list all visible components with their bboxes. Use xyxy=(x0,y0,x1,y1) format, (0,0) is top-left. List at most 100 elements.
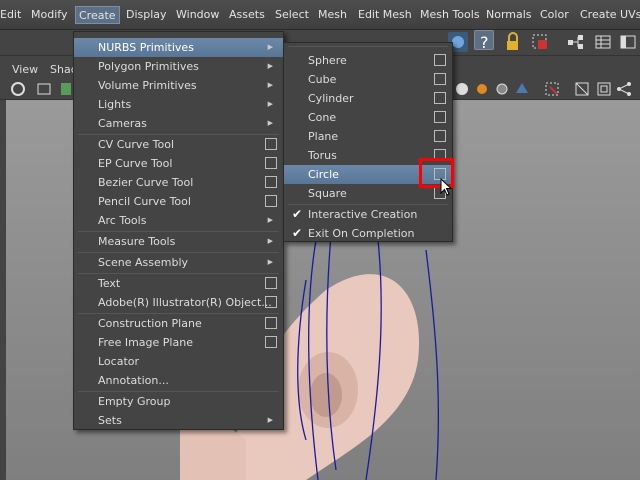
menu-create-uvs[interactable]: Create UVs xyxy=(580,8,640,21)
menu-item-volume-primitives[interactable]: Volume Primitives ▶ xyxy=(74,76,283,95)
menu-item-label: Sets xyxy=(98,414,122,427)
submenu-arrow-icon: ▶ xyxy=(267,119,273,127)
option-box-icon[interactable] xyxy=(265,317,277,329)
checkmark-icon: ✔ xyxy=(292,207,303,221)
option-box-icon[interactable] xyxy=(434,130,446,142)
menu-item-scene-assembly[interactable]: Scene Assembly ▶ xyxy=(74,253,283,272)
nurbs-primitives-submenu: Sphere Cube Cylinder Cone Plane Torus Ci… xyxy=(283,42,453,242)
menu-item-annotation[interactable]: Annotation... xyxy=(74,371,283,390)
menu-edit[interactable]: Edit xyxy=(0,8,21,21)
menu-item-plane[interactable]: Plane xyxy=(284,127,452,146)
menu-mesh-tools[interactable]: Mesh Tools xyxy=(420,8,480,21)
isolate-select-icon[interactable] xyxy=(542,79,562,99)
texture-icon[interactable] xyxy=(512,79,532,99)
submenu-arrow-icon: ▶ xyxy=(267,237,273,245)
menu-item-measure-tools[interactable]: Measure Tools ▶ xyxy=(74,232,283,251)
menu-item-cameras[interactable]: Cameras ▶ xyxy=(74,114,283,133)
light-icon[interactable] xyxy=(472,79,492,99)
create-menu: NURBS Primitives ▶ Polygon Primitives ▶ Vo… xyxy=(73,31,284,430)
menu-item-label: Measure Tools xyxy=(98,235,176,248)
menu-item-label: Cylinder xyxy=(308,92,354,105)
menu-item-sets[interactable]: Sets ▶ xyxy=(74,411,283,430)
menu-item-label: Circle xyxy=(308,168,339,181)
submenu-arrow-icon: ▶ xyxy=(267,416,273,424)
menu-item-label: Square xyxy=(308,187,347,200)
option-box-icon[interactable] xyxy=(265,336,277,348)
menu-item-label: Exit On Completion xyxy=(308,227,415,240)
menu-color[interactable]: Color xyxy=(540,8,569,21)
option-box-icon[interactable] xyxy=(434,92,446,104)
menu-modify[interactable]: Modify xyxy=(31,8,67,21)
option-box-icon[interactable] xyxy=(265,296,277,308)
snap-icon[interactable] xyxy=(566,32,586,52)
wireframe-icon[interactable] xyxy=(594,79,614,99)
menu-item-label: Locator xyxy=(98,355,140,368)
menu-item-ep-curve-tool[interactable]: EP Curve Tool xyxy=(74,154,283,173)
menu-item-bezier-curve-tool[interactable]: Bezier Curve Tool xyxy=(74,173,283,192)
submenu-arrow-icon: ▶ xyxy=(267,43,273,51)
menu-item-locator[interactable]: Locator xyxy=(74,352,283,371)
option-box-icon[interactable] xyxy=(265,195,277,207)
menu-item-label: Bezier Curve Tool xyxy=(98,176,194,189)
menu-item-label: Text xyxy=(98,277,121,290)
menu-item-label: Cone xyxy=(308,111,337,124)
svg-text:?: ? xyxy=(480,33,489,52)
option-box-icon[interactable] xyxy=(265,138,277,150)
menu-window[interactable]: Window xyxy=(176,8,219,21)
option-box-icon[interactable] xyxy=(434,73,446,85)
menu-item-free-image-plane[interactable]: Free Image Plane xyxy=(74,333,283,352)
shaded-sphere-icon[interactable] xyxy=(452,79,472,99)
menu-item-label: NURBS Primitives xyxy=(98,41,194,54)
menu-create[interactable]: Create xyxy=(75,6,120,24)
option-box-icon[interactable] xyxy=(434,54,446,66)
panel-icon[interactable] xyxy=(618,32,638,52)
grid-icon[interactable] xyxy=(593,32,613,52)
menu-item-polygon-primitives[interactable]: Polygon Primitives ▶ xyxy=(74,57,283,76)
help-icon[interactable]: ? xyxy=(474,30,494,52)
menu-item-label: Free Image Plane xyxy=(98,336,193,349)
share-icon[interactable] xyxy=(614,79,634,99)
menu-separator xyxy=(288,46,448,47)
shadow-icon[interactable] xyxy=(492,79,512,99)
xray-icon[interactable] xyxy=(572,79,592,99)
menu-item-text[interactable]: Text xyxy=(74,274,283,293)
menu-item-cone[interactable]: Cone xyxy=(284,108,452,127)
menu-item-sphere[interactable]: Sphere xyxy=(284,51,452,70)
menu-item-exit-on-completion[interactable]: ✔ Exit On Completion xyxy=(284,224,452,243)
menu-select[interactable]: Select xyxy=(275,8,309,21)
menu-mesh[interactable]: Mesh xyxy=(318,8,347,21)
camera-icon[interactable] xyxy=(8,79,28,99)
menu-edit-mesh[interactable]: Edit Mesh xyxy=(358,8,412,21)
option-box-icon[interactable] xyxy=(265,277,277,289)
submenu-arrow-icon: ▶ xyxy=(267,216,273,224)
menu-item-interactive-creation[interactable]: ✔ Interactive Creation xyxy=(284,205,452,224)
menu-item-label: Empty Group xyxy=(98,395,171,408)
menu-item-lights[interactable]: Lights ▶ xyxy=(74,95,283,114)
option-box-icon[interactable] xyxy=(434,111,446,123)
panel-menu-view[interactable]: View xyxy=(12,63,38,76)
select-icon[interactable] xyxy=(530,32,550,52)
menu-item-label: Annotation... xyxy=(98,374,169,387)
option-box-icon[interactable] xyxy=(265,176,277,188)
menu-item-label: Sphere xyxy=(308,54,347,67)
menu-item-construction-plane[interactable]: Construction Plane xyxy=(74,314,283,333)
bookmark-icon[interactable] xyxy=(34,79,54,99)
menu-item-pencil-curve-tool[interactable]: Pencil Curve Tool xyxy=(74,192,283,211)
menu-item-label: Interactive Creation xyxy=(308,208,418,221)
menu-normals[interactable]: Normals xyxy=(486,8,532,21)
menu-item-arc-tools[interactable]: Arc Tools ▶ xyxy=(74,211,283,230)
menu-item-illustrator-object[interactable]: Adobe(R) Illustrator(R) Object... xyxy=(74,293,283,312)
submenu-arrow-icon: ▶ xyxy=(267,81,273,89)
menu-display[interactable]: Display xyxy=(126,8,167,21)
submenu-arrow-icon: ▶ xyxy=(267,62,273,70)
menu-item-cube[interactable]: Cube xyxy=(284,70,452,89)
menu-assets[interactable]: Assets xyxy=(229,8,265,21)
lock-icon[interactable] xyxy=(503,32,523,52)
menu-item-nurbs-primitives[interactable]: NURBS Primitives ▶ xyxy=(74,38,283,57)
menu-item-cv-curve-tool[interactable]: CV Curve Tool xyxy=(74,135,283,154)
option-box-icon[interactable] xyxy=(265,157,277,169)
checkmark-icon: ✔ xyxy=(292,226,303,240)
menu-item-empty-group[interactable]: Empty Group xyxy=(74,392,283,411)
menu-item-label: Adobe(R) Illustrator(R) Object... xyxy=(98,296,272,309)
menu-item-cylinder[interactable]: Cylinder xyxy=(284,89,452,108)
